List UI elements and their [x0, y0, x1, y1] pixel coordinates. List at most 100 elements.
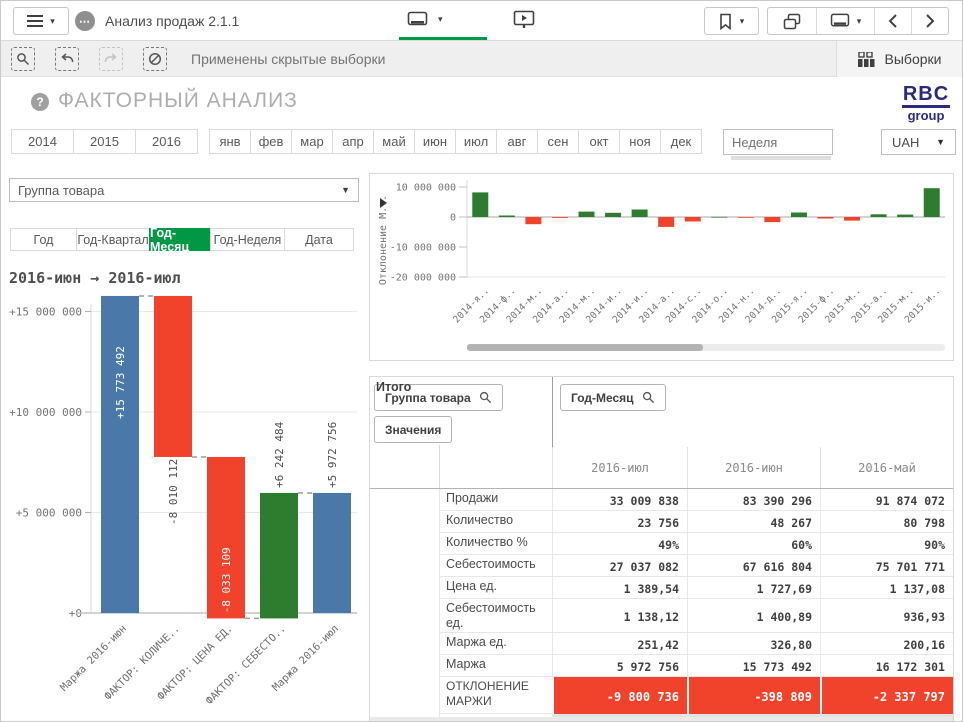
- deviation-bar-3[interactable]: [525, 217, 541, 224]
- deviation-bar-5[interactable]: [579, 212, 595, 217]
- period-tabs: ГодГод-КварталГод-МесяцГод-НеделяДата: [11, 228, 354, 251]
- waterfall-bar-5[interactable]: [313, 493, 351, 613]
- ellipsis-glyph: ⋯: [79, 15, 91, 28]
- bar-value-label: -8 010 112: [167, 459, 180, 525]
- step-back-icon[interactable]: [55, 47, 79, 71]
- pivot-value-cell: 5 972 756: [552, 655, 687, 677]
- table-row: Количество23 75648 26780 798: [370, 511, 953, 533]
- month-filter-сен[interactable]: сен: [537, 129, 579, 154]
- month-filter-май[interactable]: май: [373, 129, 415, 154]
- pivot-total-label: Итого: [370, 377, 439, 394]
- pivot-values-button[interactable]: Значения: [374, 416, 452, 443]
- y-tick-label: +15 000 000: [9, 306, 82, 319]
- deviation-bar-7[interactable]: [632, 210, 648, 218]
- rbc-group-logo: RBC group: [902, 84, 950, 122]
- step-forward-icon[interactable]: [99, 47, 123, 71]
- deviation-bar-13[interactable]: [791, 213, 807, 218]
- currency-value: UAH: [892, 135, 919, 150]
- month-filter-янв[interactable]: янв: [209, 129, 251, 154]
- waterfall-bar-1[interactable]: [101, 296, 139, 613]
- currency-dropdown[interactable]: UAH ▼: [881, 129, 956, 155]
- search-icon: [479, 391, 492, 404]
- month-filter-ноя[interactable]: ноя: [619, 129, 661, 154]
- table-row: Маржа5 972 75615 773 49216 172 301: [370, 655, 953, 677]
- month-filter-апр[interactable]: апр: [332, 129, 374, 154]
- dimension-dropdown[interactable]: Группа товара ▼: [9, 178, 359, 202]
- deviation-bar-14[interactable]: [818, 217, 834, 219]
- month-filter-июл[interactable]: июл: [455, 129, 497, 154]
- pivot-value-cell: 251,42: [552, 633, 687, 655]
- sheets-overlap-icon: [783, 13, 801, 30]
- app-options-icon[interactable]: ⋯: [75, 11, 95, 31]
- chart-hscrollbar-thumb[interactable]: [467, 344, 703, 351]
- deviation-bar-9[interactable]: [685, 217, 701, 222]
- next-sheet-button[interactable]: [911, 8, 948, 34]
- prev-sheet-button[interactable]: [874, 8, 911, 34]
- pivot-value-cell: 326,80: [687, 633, 820, 655]
- pivot-measure-label: Количество: [439, 511, 552, 533]
- sheet-list-button[interactable]: ▾: [816, 8, 874, 34]
- waterfall-bar-2[interactable]: [154, 296, 192, 457]
- sheet-nav-group: ▾: [767, 7, 949, 35]
- year-filter-2016[interactable]: 2016: [135, 129, 198, 154]
- help-icon[interactable]: ?: [31, 93, 49, 111]
- selections-tool-button[interactable]: Выборки: [836, 41, 962, 77]
- year-filter-2015[interactable]: 2015: [73, 129, 136, 154]
- deviation-bar-4[interactable]: [552, 217, 568, 218]
- pivot-col-dimension-button[interactable]: Год-Месяц: [560, 384, 666, 411]
- deviation-bar-8[interactable]: [658, 217, 674, 227]
- tab-Год-Месяц[interactable]: Год-Месяц: [149, 228, 211, 251]
- week-filter-listbox[interactable]: Неделя: [723, 129, 833, 155]
- pivot-value-cell: 49%: [552, 533, 687, 555]
- table-row: Продажи33 009 83883 390 29691 874 072: [370, 489, 953, 511]
- week-listbox-scroll: [731, 156, 831, 160]
- clear-selections-icon[interactable]: [143, 47, 167, 71]
- bar-value-label: -8 033 109: [220, 547, 233, 613]
- bookmarks-button[interactable]: ▾: [704, 7, 759, 35]
- deviation-bar-17[interactable]: [897, 215, 913, 217]
- bookmark-icon: [719, 13, 732, 30]
- tab-Дата[interactable]: Дата: [284, 228, 354, 251]
- deviation-bar-18[interactable]: [924, 188, 940, 217]
- pivot-col-header-2016-июн[interactable]: 2016-июн: [687, 447, 820, 488]
- month-filter-фев[interactable]: фев: [250, 129, 292, 154]
- waterfall-bar-4[interactable]: [260, 493, 298, 618]
- month-filter-окт[interactable]: окт: [578, 129, 620, 154]
- app-window: ▾ ⋯ Анализ продаж 2.1.1 ▾ ▾: [0, 0, 963, 722]
- y-tick-label: +5 000 000: [16, 507, 82, 520]
- pivot-col-header-2016-май[interactable]: 2016-май: [820, 447, 953, 488]
- pivot-hscrollbar[interactable]: [370, 717, 953, 722]
- tab-Год-Квартал[interactable]: Год-Квартал: [76, 228, 150, 251]
- storytelling-button[interactable]: [513, 10, 535, 32]
- pivot-value-cell: 75 701 771: [820, 555, 953, 577]
- smart-search-icon[interactable]: [11, 47, 35, 71]
- global-menu-button[interactable]: ▾: [13, 7, 69, 35]
- deviation-bar-10[interactable]: [711, 217, 727, 218]
- current-sheet-button[interactable]: ▾: [403, 9, 447, 30]
- deviation-bar-16[interactable]: [871, 214, 887, 217]
- pivot-measure-label: Маржа: [439, 655, 552, 677]
- deviation-bar-11[interactable]: [738, 217, 754, 218]
- pivot-value-cell: 67 616 804: [687, 555, 820, 577]
- deviation-bar-15[interactable]: [844, 217, 860, 221]
- month-filter-июн[interactable]: июн: [414, 129, 456, 154]
- deviation-bar-6[interactable]: [605, 213, 621, 217]
- deviation-bar-2[interactable]: [499, 216, 515, 218]
- tab-Год[interactable]: Год: [10, 228, 77, 251]
- month-filter-авг[interactable]: авг: [496, 129, 538, 154]
- pivot-measure-label: Количество %: [439, 533, 552, 555]
- logo-text-bottom: group: [902, 109, 950, 122]
- month-filter-мар[interactable]: мар: [291, 129, 333, 154]
- tab-Год-Неделя[interactable]: Год-Неделя: [210, 228, 285, 251]
- deviation-bar-12[interactable]: [764, 217, 780, 222]
- deviation-bar-1[interactable]: [472, 192, 488, 217]
- pivot-col-header-2016-июл[interactable]: 2016-июл: [552, 447, 687, 488]
- pivot-value-cell: 200,16: [820, 633, 953, 655]
- duplicate-sheet-button[interactable]: [768, 8, 816, 34]
- selections-message: Применены скрытые выборки: [191, 51, 385, 67]
- pivot-value-cell: 80 798: [820, 511, 953, 533]
- month-filter-дек[interactable]: дек: [660, 129, 702, 154]
- pivot-measure-label: Цена ед.: [439, 577, 552, 599]
- year-filter-2014[interactable]: 2014: [11, 129, 74, 154]
- chevron-down-icon: ▼: [936, 138, 945, 147]
